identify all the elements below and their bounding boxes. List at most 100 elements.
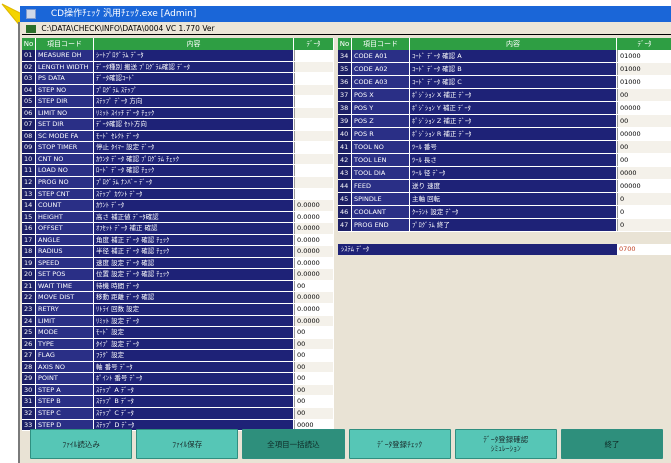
row-value[interactable]: 01000 xyxy=(617,50,671,62)
table-row[interactable]: 34 CODE A01 ｺｰﾄﾞ ﾃﾞｰﾀ 確認 A 01000 xyxy=(338,50,671,63)
table-row[interactable]: 07 SET DIR ﾃﾞｰﾀ確認 ｾｯﾄ方向 xyxy=(22,119,334,131)
table-row[interactable]: 10 CNT NO ｶｳﾝﾀ ﾃﾞｰﾀ 確認 ﾌﾟﾛｸﾞﾗﾑ ﾁｪｯｸ xyxy=(22,153,334,166)
row-value[interactable]: 01000 xyxy=(617,63,671,75)
table-row[interactable]: 17 ANGLE 角度 補正 ﾃﾞｰﾀ 確認 ﾁｪｯｸ 0.0000 xyxy=(22,234,334,247)
table-row[interactable]: 19 SPEED 速度 設定 ﾃﾞｰﾀ 確認 0.0000 xyxy=(22,257,334,270)
row-value[interactable]: 00000 xyxy=(617,128,671,140)
table-row[interactable]: 01 MEASURE DH ｼｰﾄﾌﾟﾛｸﾞﾗﾑ ﾃﾞｰﾀ xyxy=(22,50,334,62)
table-row[interactable]: 35 CODE A02 ｺｰﾄﾞ ﾃﾞｰﾀ 確認 B 01000 xyxy=(338,63,671,76)
table-row[interactable]: 26 TYPE ﾀｲﾌﾟ 設定 ﾃﾞｰﾀ 00 xyxy=(22,338,334,351)
table-row[interactable]: 03 PS DATA ﾃﾞｰﾀ確認ｺｰﾄﾞ xyxy=(22,73,334,85)
table-row[interactable]: 12 PROG NO ﾌﾟﾛｸﾞﾗﾑ ﾅﾝﾊﾞｰ ﾃﾞｰﾀ xyxy=(22,177,334,189)
table-row[interactable]: 08 SC MODE FA ﾓｰﾄﾞ ｾﾚｸﾄ ﾃﾞｰﾀ xyxy=(22,130,334,143)
table-row[interactable]: 39 POS Z ﾎﾟｼﾞｼｮﾝ Z 補正 ﾃﾞｰﾀ 00 xyxy=(338,115,671,128)
row-value[interactable]: 00 xyxy=(294,407,334,419)
row-value[interactable]: 00000 xyxy=(617,180,671,192)
table-row[interactable]: 38 POS Y ﾎﾟｼﾞｼｮﾝ Y 補正 ﾃﾞｰﾀ 00000 xyxy=(338,102,671,115)
table-row[interactable]: 16 OFFSET ｵﾌｾｯﾄ ﾃﾞｰﾀ 補正 確認 0.0000 xyxy=(22,223,334,235)
table-row[interactable]: 45 SPINDLE 主軸 回転 0 xyxy=(338,193,671,206)
table-row[interactable]: 14 COUNT ｶｳﾝﾄ ﾃﾞｰﾀ 0.0000 xyxy=(22,200,334,212)
table-row[interactable]: 25 MODE ﾓｰﾄﾞ 設定 00 xyxy=(22,327,334,339)
row-value[interactable]: 00000 xyxy=(617,102,671,114)
row-value[interactable]: 0.0000 xyxy=(294,315,334,327)
table-row[interactable]: 28 AXIS NO 軸 番号 ﾃﾞｰﾀ 00 xyxy=(22,361,334,374)
action-button-6[interactable]: 終了 xyxy=(560,429,664,459)
row-value[interactable]: 0.0000 xyxy=(294,304,334,315)
action-button-4[interactable]: ﾃﾞｰﾀ登録ﾁｪｯｸ xyxy=(348,429,451,459)
row-value[interactable]: 0000 xyxy=(617,167,671,179)
action-button-1[interactable]: ﾌｧｲﾙ読込み xyxy=(30,429,133,459)
row-value[interactable] xyxy=(294,153,334,165)
row-value[interactable] xyxy=(294,73,334,84)
row-value[interactable]: 00 xyxy=(617,141,671,153)
table-row[interactable]: 06 LIMIT NO ﾘﾐｯﾄ ｽｲｯﾁ ﾃﾞｰﾀ ﾁｪｯｸ xyxy=(22,107,334,120)
row-value[interactable]: 0 xyxy=(617,219,671,231)
table-row[interactable]: 27 FLAG ﾌﾗｸﾞ 設定 00 xyxy=(22,350,334,362)
row-value[interactable] xyxy=(294,84,334,96)
row-value[interactable]: 00 xyxy=(294,396,334,407)
table-row[interactable]: 04 STEP NO ﾌﾟﾛｸﾞﾗﾑ ｽﾃｯﾌﾟ xyxy=(22,84,334,97)
row-value[interactable] xyxy=(294,130,334,142)
table-row[interactable]: 18 RADIUS 半径 補正 ﾃﾞｰﾀ 確認 ﾁｪｯｸ 0.0000 xyxy=(22,246,334,258)
row-value[interactable] xyxy=(294,142,334,153)
table-row[interactable]: 40 POS R ﾎﾟｼﾞｼｮﾝ R 補正 ﾃﾞｰﾀ 00000 xyxy=(338,128,671,141)
table-row[interactable]: 09 STOP TIMER 停止 ﾀｲﾏｰ 設定 ﾃﾞｰﾀ xyxy=(22,142,334,154)
table-row[interactable]: 43 TOOL DIA ﾂｰﾙ 径 ﾃﾞｰﾀ 0000 xyxy=(338,167,671,180)
action-button-5[interactable]: ﾃﾞｰﾀ登録確認 ｼﾐｭﾚｰｼｮﾝ xyxy=(454,429,557,459)
table-row[interactable]: 24 LIMIT ﾘﾐｯﾄ 設定 ﾃﾞｰﾀ 0.0000 xyxy=(22,315,334,328)
row-value[interactable] xyxy=(294,188,334,200)
row-value[interactable]: 0.0000 xyxy=(294,200,334,211)
row-value[interactable]: 0.0000 xyxy=(294,246,334,257)
row-value[interactable]: 0.0000 xyxy=(294,211,334,223)
row-value[interactable]: 0.0000 xyxy=(294,234,334,246)
row-value[interactable]: 00 xyxy=(294,280,334,292)
table-row[interactable]: 44 FEED 送り 速度 00000 xyxy=(338,180,671,193)
table-row[interactable]: 41 TOOL NO ﾂｰﾙ 番号 00 xyxy=(338,141,671,154)
row-value[interactable]: 0 xyxy=(617,206,671,218)
row-value[interactable]: 00 xyxy=(617,89,671,101)
table-row[interactable]: 32 STEP C ｽﾃｯﾌﾟ C ﾃﾞｰﾀ 00 xyxy=(22,407,334,420)
action-button-2[interactable]: ﾌｧｲﾙ保存 xyxy=(136,429,239,459)
row-value[interactable]: 0 xyxy=(617,193,671,205)
table-row[interactable]: 21 WAIT TIME 待機 時間 ﾃﾞｰﾀ 00 xyxy=(22,280,334,293)
row-value[interactable] xyxy=(294,96,334,107)
table-row[interactable]: 23 RETRY ﾘﾄﾗｲ 回数 設定 0.0000 xyxy=(22,304,334,316)
row-value[interactable] xyxy=(294,165,334,177)
row-value[interactable]: 00 xyxy=(617,154,671,166)
row-value[interactable] xyxy=(294,50,334,61)
table-row[interactable]: 30 STEP A ｽﾃｯﾌﾟ A ﾃﾞｰﾀ 00 xyxy=(22,384,334,397)
table-row[interactable]: 02 LENGTH WIDTH ﾃﾞｰﾀ種別 搬送 ﾌﾟﾛｸﾞﾗﾑ確認 ﾃﾞｰﾀ xyxy=(22,61,334,74)
table-row[interactable]: 15 HEIGHT 高さ 補正値 ﾃﾞｰﾀ確認 0.0000 xyxy=(22,211,334,224)
row-value[interactable]: 00 xyxy=(294,373,334,384)
row-value[interactable]: 01000 xyxy=(617,76,671,88)
row-value[interactable] xyxy=(294,119,334,130)
row-value[interactable]: 00 xyxy=(294,384,334,396)
row-value[interactable]: 00 xyxy=(294,361,334,373)
table-row[interactable]: 36 CODE A03 ｺｰﾄﾞ ﾃﾞｰﾀ 確認 C 01000 xyxy=(338,76,671,89)
table-row[interactable]: 13 STEP CNT ｽﾃｯﾌﾟ ｶｳﾝﾄ ﾃﾞｰﾀ xyxy=(22,188,334,201)
table-row[interactable]: 22 MOVE DIST 移動 距離 ﾃﾞｰﾀ 確認 0.0000 xyxy=(22,292,334,305)
table-row[interactable]: 20 SET POS 位置 設定 ﾃﾞｰﾀ 確認 ﾁｪｯｸ 0.0000 xyxy=(22,269,334,281)
row-value[interactable]: 00 xyxy=(294,338,334,350)
row-value[interactable]: 0.0000 xyxy=(294,223,334,234)
row-value[interactable] xyxy=(294,107,334,119)
row-value[interactable] xyxy=(294,177,334,188)
table-row[interactable]: 29 POINT ﾎﾟｲﾝﾄ 番号 ﾃﾞｰﾀ 00 xyxy=(22,373,334,385)
row-value[interactable]: 00 xyxy=(617,115,671,127)
row-value[interactable]: 00 xyxy=(294,350,334,361)
row-value[interactable]: 0.0000 xyxy=(294,292,334,304)
table-row[interactable]: 42 TOOL LEN ﾂｰﾙ 長さ 00 xyxy=(338,154,671,167)
table-row[interactable]: 05 STEP DIR ｽﾃｯﾌﾟ ﾃﾞｰﾀ 方向 xyxy=(22,96,334,108)
action-button-3[interactable]: 全項目一括読込 xyxy=(242,429,345,459)
summary-row[interactable]: ｼｽﾃﾑ ﾃﾞｰﾀ 0700 xyxy=(338,244,671,255)
row-value[interactable] xyxy=(294,61,334,73)
row-value[interactable]: 0.0000 xyxy=(294,269,334,280)
table-row[interactable]: 31 STEP B ｽﾃｯﾌﾟ B ﾃﾞｰﾀ 00 xyxy=(22,396,334,408)
table-row[interactable]: 37 POS X ﾎﾟｼﾞｼｮﾝ X 補正 ﾃﾞｰﾀ 00 xyxy=(338,89,671,102)
row-value[interactable]: 00 xyxy=(294,327,334,338)
row-number: 09 xyxy=(22,142,36,153)
table-row[interactable]: 47 PROG END ﾌﾟﾛｸﾞﾗﾑ 終了 0 xyxy=(338,219,671,232)
row-value[interactable]: 0.0000 xyxy=(294,257,334,269)
table-row[interactable]: 11 LOAD NO ﾛｰﾄﾞ ﾃﾞｰﾀ 確認 ﾁｪｯｸ xyxy=(22,165,334,178)
table-row[interactable]: 46 COOLANT ｸｰﾗﾝﾄ 設定 ﾃﾞｰﾀ 0 xyxy=(338,206,671,219)
